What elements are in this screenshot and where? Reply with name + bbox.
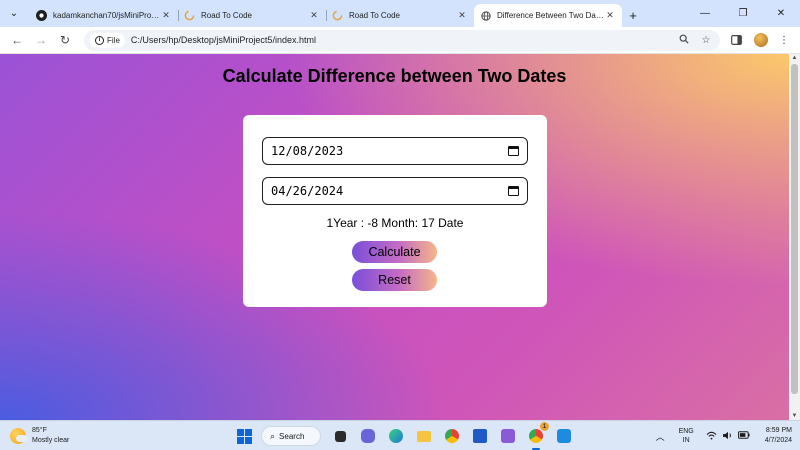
page-viewport: Calculate Difference between Two Dates 1… xyxy=(0,54,789,420)
calendar-icon[interactable] xyxy=(508,146,519,156)
result-text: 1Year : -8 Month: 17 Date xyxy=(326,216,464,230)
close-icon[interactable]: ✕ xyxy=(160,10,172,21)
tab-title: kadamkanchan70/jsMiniProject xyxy=(53,11,160,20)
vertical-scrollbar[interactable]: ▲ ▼ xyxy=(789,54,800,420)
lang-code: ENG xyxy=(678,428,694,435)
close-icon[interactable]: ✕ xyxy=(456,10,468,21)
clock[interactable]: 8:59 PM 4/7/2024 xyxy=(765,426,792,446)
clock-date: 4/7/2024 xyxy=(764,437,792,444)
end-date-input[interactable]: 04/26/2024 xyxy=(262,177,528,205)
reset-button[interactable]: Reset xyxy=(352,269,437,291)
tab-title: Road To Code xyxy=(201,11,252,20)
forward-button[interactable]: → xyxy=(30,29,52,51)
clock-time: 8:59 PM xyxy=(765,427,792,434)
window-controls: — ❐ ✕ xyxy=(686,0,800,27)
vscode-icon xyxy=(557,429,571,443)
volume-icon[interactable] xyxy=(722,431,733,442)
chevron-up-icon[interactable]: ︿ xyxy=(656,430,665,443)
chip-label: File xyxy=(107,35,120,45)
visual-studio-button[interactable] xyxy=(497,425,519,447)
close-icon[interactable]: ✕ xyxy=(308,10,320,21)
notification-badge: 1 xyxy=(540,422,549,431)
tab-search-button[interactable]: ⌄ xyxy=(4,3,24,23)
weather-widget[interactable]: 85°F Mostly clear xyxy=(10,426,69,446)
edge-button[interactable] xyxy=(385,425,407,447)
close-icon[interactable]: ✕ xyxy=(604,10,616,21)
windows-taskbar: 85°F Mostly clear ⌕ Search 1 ︿ ENG IN 8:… xyxy=(0,420,800,450)
back-button[interactable]: ← xyxy=(6,29,28,51)
loading-icon xyxy=(184,10,195,21)
store-icon xyxy=(473,429,487,443)
arrow-right-icon: → xyxy=(35,33,47,47)
visual-studio-icon xyxy=(501,429,515,443)
plus-icon: + xyxy=(629,8,637,23)
minimize-icon[interactable]: — xyxy=(686,0,724,27)
tab-github[interactable]: kadamkanchan70/jsMiniProject ✕ xyxy=(30,4,178,27)
tab-road-to-code-2[interactable]: Road To Code ✕ xyxy=(326,4,474,27)
scroll-up-icon[interactable]: ▲ xyxy=(791,55,798,61)
new-tab-button[interactable]: + xyxy=(622,4,644,27)
windows-logo-icon xyxy=(236,428,252,444)
start-button[interactable] xyxy=(233,425,255,447)
task-view-button[interactable] xyxy=(329,425,351,447)
github-icon xyxy=(36,10,47,21)
tab-title: Difference Between Two Dates xyxy=(497,11,604,20)
teams-button[interactable] xyxy=(357,425,379,447)
calculate-button[interactable]: Calculate xyxy=(352,241,437,263)
restore-icon[interactable]: ❐ xyxy=(724,0,762,27)
calendar-icon[interactable] xyxy=(508,186,519,196)
close-window-icon[interactable]: ✕ xyxy=(762,0,800,27)
site-info-chip[interactable]: i File xyxy=(90,32,125,48)
temperature: 85°F xyxy=(32,427,47,434)
scrollbar-thumb[interactable] xyxy=(791,64,798,394)
file-explorer-button[interactable] xyxy=(413,425,435,447)
battery-icon[interactable] xyxy=(737,431,750,441)
start-date-value: 12/08/2023 xyxy=(271,144,344,158)
store-button[interactable] xyxy=(469,425,491,447)
system-tray: ︿ ENG IN 8:59 PM 4/7/2024 xyxy=(656,424,792,448)
side-panel-icon[interactable] xyxy=(726,30,746,50)
zoom-icon[interactable] xyxy=(676,34,692,47)
arrow-left-icon: ← xyxy=(11,33,23,47)
reload-icon: ↻ xyxy=(59,33,71,47)
chevron-down-icon: ⌄ xyxy=(9,7,19,19)
weather-condition: Mostly clear xyxy=(32,437,70,444)
loading-icon xyxy=(332,10,343,21)
globe-icon xyxy=(480,10,491,21)
bookmark-star-icon[interactable]: ☆ xyxy=(698,35,714,46)
url-text[interactable]: C:/Users/hp/Desktop/jsMiniProject5/index… xyxy=(131,35,670,45)
task-view-icon xyxy=(334,430,346,442)
search-icon: ⌕ xyxy=(270,430,276,441)
reload-button[interactable]: ↻ xyxy=(54,29,76,51)
weather-moon-cloud-icon xyxy=(10,428,28,444)
chrome-button[interactable] xyxy=(441,425,463,447)
scroll-down-icon[interactable]: ▼ xyxy=(791,413,798,419)
taskbar-search[interactable]: ⌕ Search xyxy=(261,426,321,446)
language-indicator[interactable]: ENG IN xyxy=(679,427,694,445)
tab-difference-between-dates[interactable]: Difference Between Two Dates ✕ xyxy=(474,4,622,27)
start-date-input[interactable]: 12/08/2023 xyxy=(262,137,528,165)
profile-avatar[interactable] xyxy=(754,33,768,47)
address-bar[interactable]: i File C:/Users/hp/Desktop/jsMiniProject… xyxy=(84,29,720,51)
menu-kebab-icon[interactable]: ⋮ xyxy=(774,30,794,50)
edge-icon xyxy=(389,429,403,443)
page-title: Calculate Difference between Two Dates xyxy=(222,66,567,86)
chrome-icon xyxy=(445,429,459,443)
wifi-icon[interactable] xyxy=(706,431,717,442)
chrome-icon xyxy=(529,429,543,443)
tab-road-to-code-1[interactable]: Road To Code ✕ xyxy=(178,4,326,27)
browser-toolbar: ← → ↻ i File C:/Users/hp/Desktop/jsMiniP… xyxy=(0,27,800,54)
lang-region: IN xyxy=(682,437,690,444)
info-icon: i xyxy=(95,35,104,45)
taskbar-apps: ⌕ Search 1 xyxy=(233,422,581,450)
search-label: Search xyxy=(279,431,305,441)
vscode-button[interactable] xyxy=(553,425,575,447)
chrome-profile-button[interactable]: 1 xyxy=(525,422,549,450)
end-date-value: 04/26/2024 xyxy=(271,184,344,198)
calculator-card: 12/08/2023 04/26/2024 1Year : -8 Month: … xyxy=(243,115,547,307)
teams-chat-icon xyxy=(361,429,375,443)
folder-icon xyxy=(417,430,431,442)
tab-strip: ⌄ kadamkanchan70/jsMiniProject ✕ Road To… xyxy=(0,0,800,27)
tab-title: Road To Code xyxy=(349,11,400,20)
